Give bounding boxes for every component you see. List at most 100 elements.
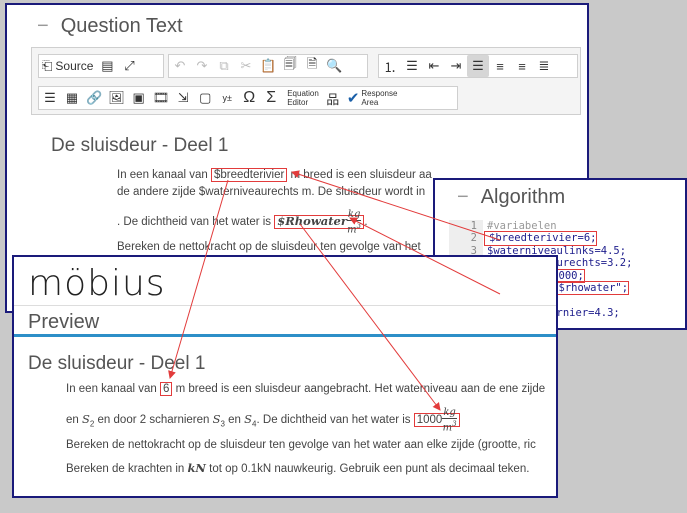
var-breedterivier-highlight: $breedterivier — [211, 168, 288, 182]
align-right-icon: ≡ — [518, 58, 526, 74]
equation-editor-label-2: Editor — [287, 98, 309, 107]
numbered-list-icon: ⒈ — [383, 59, 397, 75]
code-line[interactable]: 1 #variabelen — [449, 220, 685, 233]
templates-button[interactable]: ▤ — [96, 55, 118, 77]
code-text: $breedterivier=6; — [483, 231, 598, 246]
link-icon: 🔗 — [86, 90, 103, 105]
import-button[interactable]: ⇲ — [172, 87, 194, 109]
hierarchy-button[interactable]: 品 — [322, 87, 344, 109]
response-area-label-1: Response — [361, 89, 398, 98]
editor-line-2: de andere zijde $waterniveaurechts m. De… — [117, 186, 426, 198]
indent-button[interactable]: ⇥ — [445, 55, 467, 77]
variable-button[interactable]: y± — [216, 87, 238, 109]
align-left-button[interactable]: ☰ — [467, 55, 489, 77]
preview-line-3: Bereken de nettokracht op de sluisdeur t… — [66, 439, 536, 451]
unit-fraction: kg m3 — [346, 209, 362, 236]
algorithm-header[interactable]: − Algorithm — [457, 186, 565, 209]
video-icon: 🎞 — [152, 90, 170, 105]
page-button[interactable]: ▢ — [194, 87, 216, 109]
editor-line-4: Bereken de nettokracht op de sluisdeur t… — [117, 241, 421, 253]
link-button[interactable]: 🔗 — [83, 87, 105, 109]
justify-button[interactable]: ≣ — [533, 55, 555, 77]
page-icon: ▢ — [199, 90, 212, 105]
search-icon: 🔍 — [326, 58, 343, 73]
mobius-logo: möbius — [28, 263, 166, 304]
paste-text-icon: 🗐 — [283, 56, 297, 71]
editor-line-1: In een kanaal van $breedterivier m breed… — [117, 168, 432, 182]
equation-editor-label-1: Equation — [287, 89, 319, 98]
undo-icon: ↶ — [174, 58, 186, 73]
find-button[interactable]: 🔍 — [323, 55, 345, 77]
align-right-button[interactable]: ≡ — [511, 55, 533, 77]
omega-button[interactable]: Ω — [238, 87, 260, 109]
toolbar-group-paragraph: ⒈ ☰ ⇤ ⇥ ☰ ≡ ≡ ≣ — [378, 54, 578, 78]
source-icon: ⎗ — [42, 58, 53, 73]
paste-word-button[interactable]: 🗎 — [301, 55, 323, 77]
horizontal-rule-button[interactable]: ☰ — [39, 87, 61, 109]
preview-accent-bar — [14, 334, 556, 337]
import-icon: ⇲ — [177, 90, 189, 105]
checkmark-icon: ✔ — [346, 90, 360, 107]
paste-icon: 📋 — [260, 58, 277, 73]
horizontal-rule-icon: ☰ — [44, 90, 56, 105]
video-button[interactable]: 🎞 — [150, 87, 173, 109]
preview-unit-fraction: kg m3 — [442, 407, 457, 434]
question-text-header[interactable]: − Question Text — [37, 15, 183, 38]
numbered-list-button[interactable]: ⒈ — [379, 55, 401, 77]
outdent-button[interactable]: ⇤ — [423, 55, 445, 77]
media-button[interactable]: ▣ — [128, 87, 150, 109]
collapse-icon[interactable]: − — [37, 15, 49, 37]
templates-icon: ▤ — [101, 58, 114, 73]
redo-icon: ↷ — [196, 58, 208, 73]
response-area-button[interactable]: ✔ Response Area — [344, 87, 401, 109]
preview-title: Preview — [28, 311, 100, 333]
response-area-label-2: Area — [361, 98, 379, 107]
source-button[interactable]: ⎗ Source — [39, 55, 96, 77]
redo-button[interactable]: ↷ — [191, 55, 213, 77]
equation-editor-button[interactable]: Equation Editor — [282, 87, 322, 109]
code-line[interactable]: 2 $breedterivier=6; — [449, 231, 685, 246]
sigma-button[interactable]: Σ — [260, 87, 282, 109]
divider — [14, 305, 556, 306]
image-button[interactable]: 🖼 — [105, 87, 128, 109]
line-number: 2 — [449, 232, 483, 245]
paste-text-button[interactable]: 🗐 — [279, 55, 301, 77]
preview-doc-title: De sluisdeur - Deel 1 — [28, 353, 206, 374]
media-icon: ▣ — [132, 90, 145, 105]
copy-button[interactable]: ⧉ — [213, 55, 235, 77]
bulleted-list-button[interactable]: ☰ — [401, 55, 423, 77]
preview-panel: möbius Preview De sluisdeur - Deel 1 In … — [12, 255, 558, 498]
line-number: 1 — [449, 220, 483, 233]
table-button[interactable]: ▦ — [61, 87, 83, 109]
copy-icon: ⧉ — [219, 58, 229, 73]
undo-button[interactable]: ↶ — [169, 55, 191, 77]
toolbar-group-document: ⎗ Source ▤ ⤢ — [38, 54, 164, 78]
paste-word-icon: 🗎 — [306, 56, 318, 71]
toolbar-group-insert: ☰ ▦ 🔗 🖼 ▣ 🎞 ⇲ ▢ y± Ω Σ Equation Editor 品 … — [38, 86, 458, 110]
editor-line-3: . De dichtheid van het water is $Rhowate… — [117, 209, 368, 236]
preview-line-2: en S2 en door 2 scharnieren S3 en S4. De… — [66, 407, 460, 433]
bulleted-list-icon: ☰ — [406, 58, 418, 73]
justify-icon: ≣ — [538, 58, 550, 73]
indent-icon: ⇥ — [450, 58, 462, 73]
value-1000-highlight: 1000 kg m3 — [413, 407, 460, 433]
preview-line-4: Bereken de krachten in kN tot op 0.1kN n… — [66, 461, 530, 475]
algorithm-title: Algorithm — [480, 186, 566, 208]
cut-button[interactable]: ✂ — [235, 55, 257, 77]
maximize-icon: ⤢ — [124, 58, 135, 73]
image-icon: 🖼 — [108, 90, 125, 105]
align-center-button[interactable]: ≡ — [489, 55, 511, 77]
editor-toolbar: ⎗ Source ▤ ⤢ ↶ ↷ ⧉ ✂ 📋 🗐 🗎 🔍 ⒈ ☰ ⇤ ⇥ ☰ ≡ … — [31, 47, 581, 115]
code-text: #variabelen — [487, 220, 557, 232]
variable-icon: y± — [222, 93, 232, 103]
table-icon: ▦ — [65, 90, 79, 105]
align-center-icon: ≡ — [496, 58, 504, 74]
maximize-button[interactable]: ⤢ — [118, 55, 140, 77]
hierarchy-icon: 品 — [326, 91, 340, 107]
paste-button[interactable]: 📋 — [257, 55, 279, 77]
outdent-icon: ⇤ — [428, 58, 440, 73]
collapse-icon[interactable]: − — [457, 186, 469, 208]
omega-icon: Ω — [243, 89, 256, 106]
value-6-highlight: 6 — [160, 382, 173, 396]
editor-doc-title: De sluisdeur - Deel 1 — [51, 135, 229, 156]
